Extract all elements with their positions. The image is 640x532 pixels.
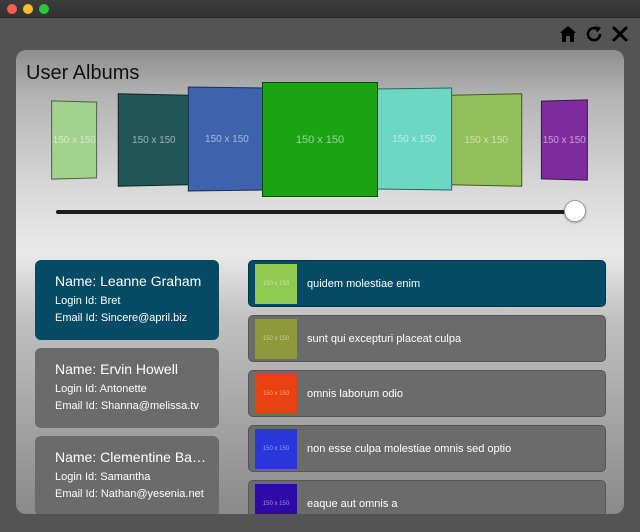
album-cover-label: 150 x 150 [205,133,249,145]
album-cover[interactable]: 150 x 150 [51,100,98,180]
user-email: Email Id: Shanna@melissa.tv [55,400,199,412]
window-maximize-button[interactable] [39,4,49,14]
slider-thumb[interactable] [564,200,586,222]
user-email: Email Id: Nathan@yesenia.net [55,488,204,500]
album-cover-label: 150 x 150 [132,134,176,146]
album-thumbnail-label: 150 x 150 [262,390,290,397]
user-card[interactable]: Name: Clementine Bauch Login Id: Samantha… [35,436,219,514]
album-title: sunt qui excepturi placeat culpa [307,332,462,345]
album-cover[interactable]: 150 x 150 [187,86,266,192]
coverflow-slider[interactable] [56,200,586,224]
album-thumbnail-label: 150 x 150 [262,445,290,452]
album-cover[interactable]: 150 x 150 [540,99,588,181]
user-email: Email Id: Sincere@april.biz [55,312,188,324]
album-thumbnail-label: 150 x 150 [262,280,290,287]
album-thumbnail-label: 150 x 150 [262,500,290,507]
user-login: Login Id: Antonette [55,383,147,395]
album-list: 150 x 150 quidem molestiae enim 150 x 150 s… [248,260,606,514]
album-row[interactable]: 150 x 150 omnis laborum odio [248,370,606,417]
album-cover[interactable]: 150 x 150 [262,82,378,197]
album-thumbnail: 150 x 150 [255,318,297,359]
album-title: quidem molestiae enim [307,277,421,290]
window-minimize-button[interactable] [23,4,33,14]
home-icon[interactable] [558,24,578,44]
album-thumbnail: 150 x 150 [255,373,297,414]
album-row[interactable]: 150 x 150 non esse culpa molestiae omnis … [248,425,606,472]
user-name: Name: Leanne Graham [55,273,202,289]
albums-panel: User Albums 150 x 150 150 x 150 150 x 150 1… [16,50,624,514]
refresh-icon[interactable] [584,24,604,44]
album-row[interactable]: 150 x 150 quidem molestiae enim [248,260,606,307]
album-thumbnail: 150 x 150 [255,263,297,304]
album-thumbnail-label: 150 x 150 [262,335,290,342]
album-thumbnail: 150 x 150 [255,483,297,514]
album-title: non esse culpa molestiae omnis sed optio [307,442,512,455]
window-titlebar [0,0,640,18]
page-title: User Albums [26,62,140,84]
album-cover-label: 150 x 150 [464,134,508,146]
toolbar [558,24,630,44]
album-cover[interactable]: 150 x 150 [376,87,453,191]
user-card[interactable]: Name: Ervin Howell Login Id: Antonette Ema… [35,348,219,428]
album-cover-label: 150 x 150 [52,134,96,146]
album-row[interactable]: 150 x 150 sunt qui excepturi placeat culp… [248,315,606,362]
album-title: omnis laborum odio [307,387,403,400]
album-title: eaque aut omnis a [307,497,398,510]
album-cover[interactable]: 150 x 150 [450,93,523,187]
user-login: Login Id: Samantha [55,471,151,483]
user-name: Name: Ervin Howell [55,361,178,377]
album-cover[interactable]: 150 x 150 [117,93,190,187]
close-icon[interactable] [610,24,630,44]
user-name: Name: Clementine Bauch [55,449,207,465]
window-close-button[interactable] [7,4,17,14]
album-cover-label: 150 x 150 [542,134,586,146]
user-list: Name: Leanne Graham Login Id: Bret Email I… [35,260,219,514]
user-login: Login Id: Bret [55,295,121,307]
slider-track [56,210,574,214]
user-card[interactable]: Name: Leanne Graham Login Id: Bret Email I… [35,260,219,340]
album-cover-label: 150 x 150 [392,133,436,145]
album-row[interactable]: 150 x 150 eaque aut omnis a [248,480,606,514]
album-cover-label: 150 x 150 [295,133,345,146]
album-thumbnail: 150 x 150 [255,428,297,469]
